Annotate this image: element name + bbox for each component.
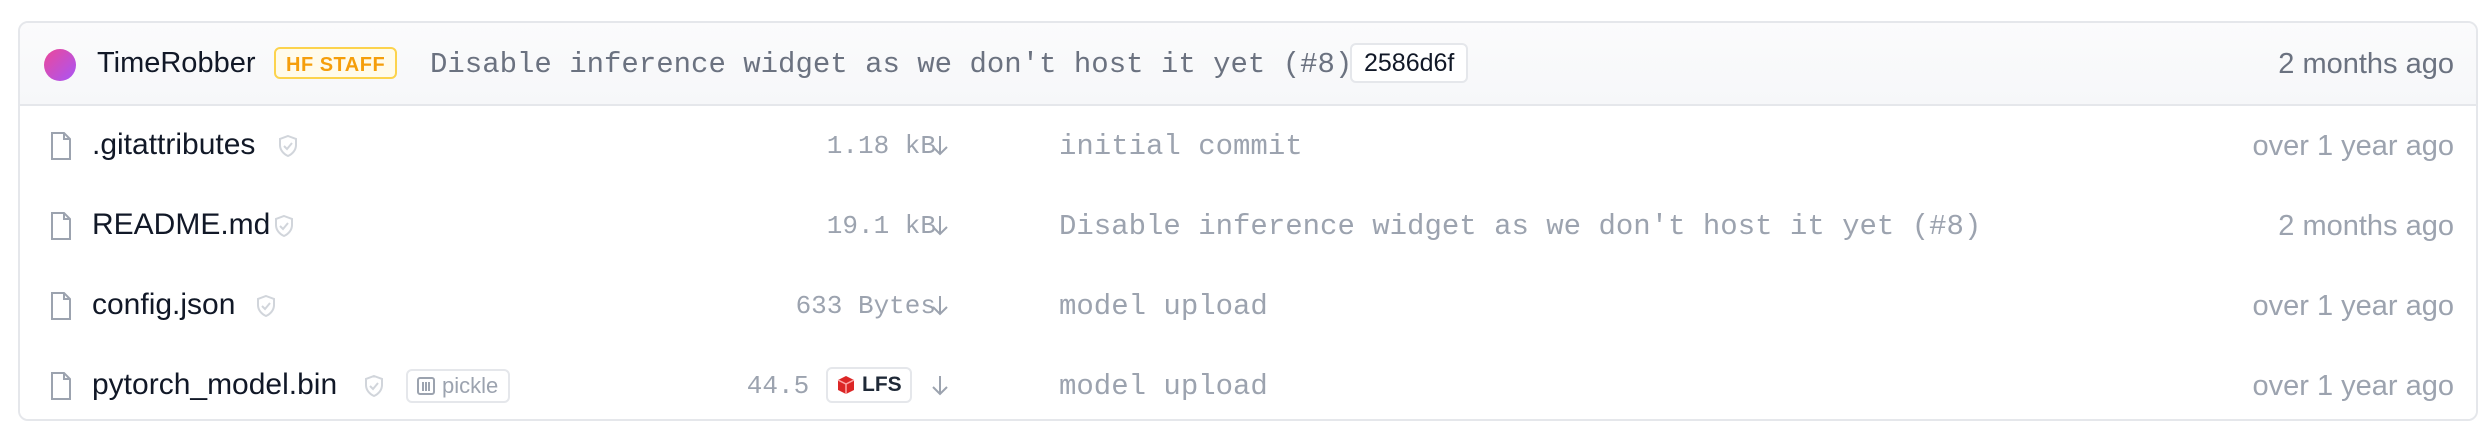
file-row: .gitattributes 1.18 kB initial commit ov…	[20, 106, 2476, 188]
last-commit-header: TimeRobber HF STAFF Disable inference wi…	[20, 23, 2476, 106]
hf-staff-badge: HF STAFF	[274, 47, 398, 79]
file-commit-message-link[interactable]: initial commit	[1059, 127, 1303, 167]
avatar[interactable]	[44, 49, 76, 81]
download-icon[interactable]	[931, 374, 949, 398]
file-name-link[interactable]: config.json	[92, 285, 235, 325]
shield-icon[interactable]	[364, 375, 384, 397]
shield-icon[interactable]	[256, 295, 276, 317]
commit-message-link[interactable]: Disable inference widget as we don't hos…	[430, 45, 1352, 85]
pickle-badge-label: pickle	[442, 373, 499, 398]
shield-icon[interactable]	[274, 215, 294, 237]
file-icon	[51, 292, 71, 320]
file-name-link[interactable]: README.md	[92, 205, 270, 245]
download-icon[interactable]	[931, 134, 949, 158]
file-commit-time: over 1 year ago	[2252, 290, 2454, 322]
file-icon	[51, 372, 71, 400]
lfs-icon	[837, 376, 855, 394]
file-name-link[interactable]: .gitattributes	[92, 125, 255, 165]
commit-sha-link[interactable]: 2586d6f	[1350, 43, 1469, 83]
lfs-badge[interactable]: LFS	[826, 367, 912, 403]
shield-icon[interactable]	[278, 135, 298, 157]
file-list: TimeRobber HF STAFF Disable inference wi…	[18, 21, 2478, 421]
file-commit-message-link[interactable]: model upload	[1059, 367, 1268, 407]
file-commit-message-link[interactable]: model upload	[1059, 287, 1268, 327]
pickle-icon	[417, 377, 435, 395]
file-row: config.json 633 Bytes model upload over …	[20, 266, 2476, 348]
file-commit-time: over 1 year ago	[2252, 370, 2454, 402]
file-size: 1.18 kB	[826, 131, 936, 161]
file-icon	[51, 132, 71, 160]
lfs-badge-label: LFS	[862, 373, 902, 396]
file-commit-time: over 1 year ago	[2252, 130, 2454, 162]
file-commit-time: 2 months ago	[2278, 210, 2454, 242]
file-size: 19.1 kB	[826, 211, 936, 241]
download-icon[interactable]	[931, 294, 949, 318]
file-size: 633 Bytes	[795, 291, 936, 321]
file-icon	[51, 212, 71, 240]
file-name-link[interactable]: pytorch_model.bin	[92, 365, 337, 405]
pickle-badge[interactable]: pickle	[406, 369, 511, 403]
file-commit-message-link[interactable]: Disable inference widget as we don't hos…	[1059, 207, 1981, 247]
file-row: pytorch_model.bin pickle 44.5 GB LFS mod…	[20, 346, 2476, 419]
commit-author-link[interactable]: TimeRobber	[97, 43, 255, 83]
commit-time: 2 months ago	[2278, 48, 2454, 80]
file-row: README.md 19.1 kB Disable inference widg…	[20, 186, 2476, 268]
download-icon[interactable]	[931, 214, 949, 238]
